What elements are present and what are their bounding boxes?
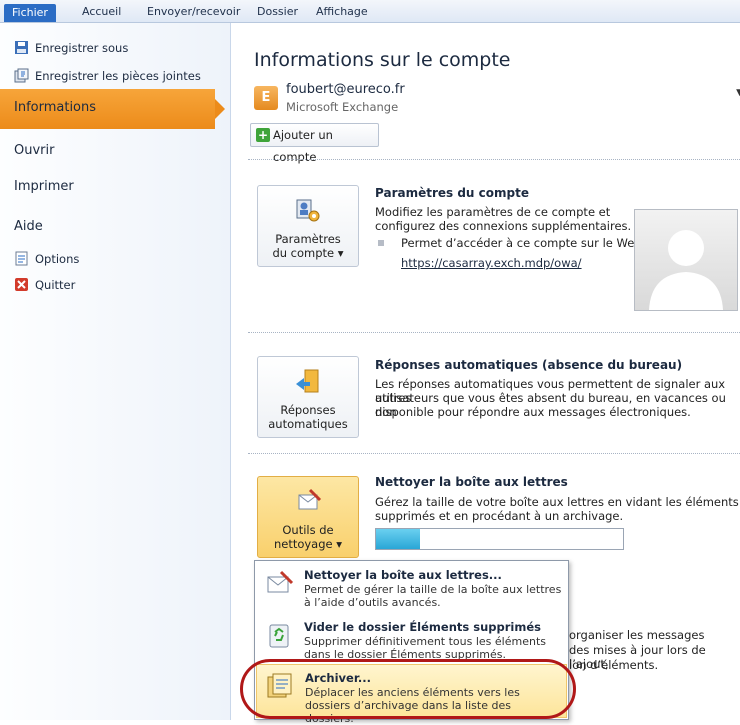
- sidebar-item-informations[interactable]: Informations: [0, 89, 225, 129]
- highlight-ellipse: [240, 659, 576, 719]
- options-icon: [15, 251, 28, 266]
- account-settings-line2: du compte ▾: [272, 246, 344, 260]
- cleanup-text-2: supprimés et en procédant à un archivage…: [375, 509, 624, 523]
- sidebar-item-label: Quitter: [35, 278, 76, 292]
- tab-fichier[interactable]: Fichier: [4, 4, 56, 22]
- account-settings-icon: [296, 199, 320, 222]
- sidebar-item-label: Enregistrer les pièces jointes: [35, 69, 201, 83]
- cleanup-text-1: Gérez la taille de votre boîte aux lettr…: [375, 495, 739, 509]
- tab-affichage[interactable]: Affichage: [310, 3, 374, 21]
- auto-replies-line2: automatiques: [268, 417, 348, 431]
- sidebar-item-label: Options: [35, 252, 80, 266]
- page-title: Informations sur le compte: [254, 49, 511, 71]
- account-settings-text-1: Modifiez les paramètres de ce compte et: [375, 205, 611, 219]
- add-account-button[interactable]: + Ajouter un compte: [250, 123, 379, 164]
- sidebar-item-quitter[interactable]: Quitter: [14, 275, 75, 295]
- sidebar-item-label: Informations: [14, 100, 97, 115]
- menu-item-desc: Supprimer définitivement tous les élémen…: [304, 635, 546, 661]
- divider: [248, 159, 740, 160]
- tab-dossier[interactable]: Dossier: [251, 3, 304, 21]
- cleanup-line1: Outils de: [282, 523, 334, 537]
- account-settings-text-2: configurez des connexions supplémentaire…: [375, 219, 632, 233]
- sidebar-item-save-attachments[interactable]: Enregistrer les pièces jointes: [14, 66, 201, 86]
- rules-text-1: organiser les messages: [569, 628, 705, 642]
- auto-replies-text-3: disponible pour répondre aux messages él…: [375, 405, 691, 419]
- rules-text-3: ion d’éléments.: [569, 658, 659, 672]
- account-email: foubert@eureco.fr: [286, 82, 405, 97]
- add-account-label: Ajouter un compte: [273, 128, 333, 164]
- web-access-text: Permet d’accéder à ce compte sur le Web.: [401, 236, 646, 250]
- plus-icon: +: [256, 128, 270, 142]
- ribbon-bar: Fichier Accueil Envoyer/recevoir Dossier…: [0, 0, 740, 23]
- chevron-down-icon[interactable]: ▼: [736, 88, 740, 98]
- sidebar-item-label: Enregistrer sous: [35, 41, 129, 55]
- cleanup-tools-icon: [298, 488, 322, 510]
- auto-replies-icon: [296, 369, 319, 393]
- cleanup-line2: nettoyage ▾: [273, 537, 343, 551]
- sidebar-item-options[interactable]: Options: [14, 249, 79, 269]
- menu-item-desc: Permet de gérer la taille de la boîte au…: [304, 583, 562, 609]
- account-settings-button[interactable]: Paramètres du compte ▾: [257, 185, 359, 267]
- sidebar-item-save-as[interactable]: Enregistrer sous: [14, 38, 128, 58]
- owa-link[interactable]: https://casarray.exch.mdp/owa/: [401, 256, 582, 270]
- sidebar-item-imprimer[interactable]: Imprimer: [14, 179, 74, 194]
- menu-item-clean-mailbox[interactable]: Nettoyer la boîte aux lettres... Permet …: [256, 562, 567, 614]
- mailbox-cleanup-icon: [267, 570, 294, 593]
- account-selector[interactable]: E foubert@eureco.fr Microsoft Exchange ▼: [248, 80, 740, 120]
- auto-replies-button[interactable]: Réponses automatiques: [257, 356, 359, 438]
- save-as-icon: [15, 41, 28, 54]
- cleanup-title: Nettoyer la boîte aux lettres: [375, 475, 568, 489]
- sidebar-item-aide[interactable]: Aide: [14, 219, 43, 234]
- divider: [248, 332, 740, 333]
- close-icon: [15, 278, 28, 291]
- mailbox-size-progress: [375, 528, 624, 550]
- person-silhouette-icon: [649, 230, 723, 310]
- tab-accueil[interactable]: Accueil: [76, 3, 127, 21]
- account-settings-line1: Paramètres: [275, 232, 341, 246]
- account-settings-title: Paramètres du compte: [375, 186, 529, 200]
- menu-item-title: Nettoyer la boîte aux lettres...: [304, 568, 502, 582]
- tab-envoyer-recevoir[interactable]: Envoyer/recevoir: [141, 3, 246, 21]
- recycle-bin-icon: [269, 624, 289, 648]
- avatar: [634, 209, 738, 311]
- sidebar-item-ouvrir[interactable]: Ouvrir: [14, 143, 54, 158]
- attachments-icon: [14, 68, 29, 83]
- backstage-sidebar: Enregistrer sous Enregistrer les pièces …: [0, 23, 231, 720]
- cleanup-tools-button[interactable]: Outils de nettoyage ▾: [257, 476, 359, 558]
- account-type: Microsoft Exchange: [286, 100, 399, 114]
- auto-replies-line1: Réponses: [280, 403, 336, 417]
- menu-item-title: Vider le dossier Éléments supprimés: [304, 620, 541, 634]
- progress-fill: [376, 529, 421, 549]
- divider: [248, 453, 740, 454]
- auto-replies-title: Réponses automatiques (absence du bureau…: [375, 358, 683, 372]
- bullet-icon: [378, 240, 384, 246]
- exchange-logo-icon: E: [254, 86, 278, 110]
